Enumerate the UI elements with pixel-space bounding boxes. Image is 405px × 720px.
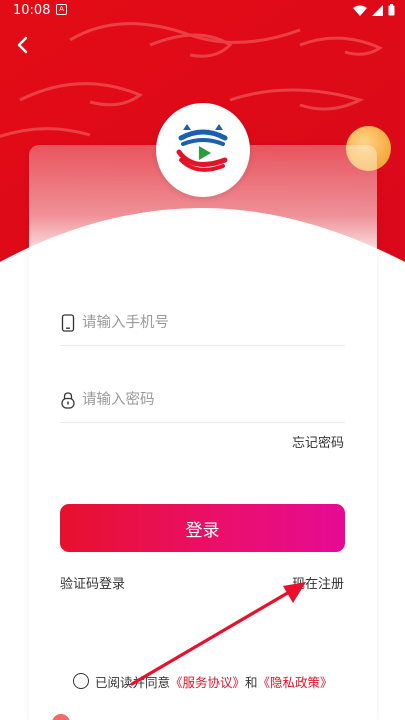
- app-logo: [156, 103, 250, 197]
- lock-icon: [61, 392, 75, 409]
- phone-icon: [61, 314, 75, 332]
- password-field: [60, 377, 345, 423]
- password-input[interactable]: [82, 388, 342, 412]
- back-button[interactable]: [10, 32, 36, 58]
- phone-field: [60, 300, 345, 346]
- agreement-row: 已阅读并同意 《服务协议》 和 《隐私政策》: [73, 672, 333, 690]
- signal-icon: [372, 4, 383, 16]
- agreement-joiner: 和: [245, 674, 258, 690]
- tiger-play-logo-icon: [176, 124, 229, 176]
- agree-radio[interactable]: [73, 673, 89, 689]
- status-bar: 10:08 A: [0, 0, 405, 22]
- login-screen: 10:08 A 请输入手机号 忘记密码 登录 验证码登录 现在注册 已阅读并同意…: [0, 0, 405, 720]
- agreement-prefix: 已阅读并同意: [95, 674, 171, 690]
- service-agreement-link[interactable]: 《服务协议》: [170, 672, 245, 691]
- sms-login-link[interactable]: 验证码登录: [60, 573, 125, 592]
- phone-input[interactable]: [82, 311, 342, 335]
- status-time: 10:08: [13, 3, 51, 18]
- app-notification-icon: A: [56, 4, 67, 15]
- register-link[interactable]: 现在注册: [292, 573, 344, 592]
- forgot-password-link[interactable]: 忘记密码: [292, 432, 344, 451]
- battery-icon: [388, 4, 395, 16]
- chevron-left-icon: [17, 36, 28, 54]
- login-button[interactable]: 登录: [60, 504, 345, 552]
- wifi-icon: [353, 5, 367, 16]
- status-icons: [353, 4, 395, 16]
- privacy-policy-link[interactable]: 《隐私政策》: [258, 672, 333, 691]
